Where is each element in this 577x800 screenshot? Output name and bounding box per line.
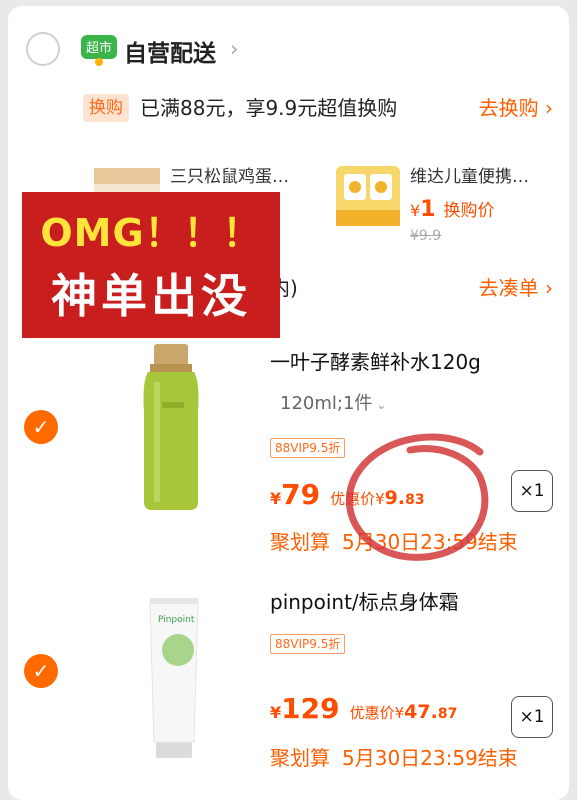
sticker-line1: OMG！！！: [40, 211, 262, 255]
sticker-line2: 神单出没: [51, 269, 251, 323]
offer-old-price: ¥9.9: [410, 228, 442, 244]
svg-text:Pinpoint: Pinpoint: [158, 615, 195, 625]
offer-title: 维达儿童便携…: [410, 167, 529, 187]
quantity-button[interactable]: ×1: [511, 696, 553, 738]
go-add-on-link[interactable]: 去凑单 ›: [479, 272, 553, 301]
promo-name: 聚划算: [270, 530, 330, 554]
quantity-button[interactable]: ×1: [511, 470, 553, 512]
exchange-promo-row: 换购 已满88元，享9.9元超值换购 去换购 ›: [8, 92, 569, 136]
exchange-tag: 换购: [83, 94, 129, 122]
store-header: 超市 自营配送 ›: [8, 6, 569, 86]
discount-currency: ¥: [394, 704, 405, 722]
price-value: 79: [281, 478, 321, 511]
vip-discount-tag: 88VIP9.5折: [270, 634, 346, 654]
currency-symbol: ¥: [270, 703, 282, 722]
promo-end-time: 5月30日23:59结束: [342, 530, 518, 554]
exchange-text: 已满88元，享9.9元超值换购: [140, 96, 398, 120]
discount-price-dec: 83: [405, 492, 425, 508]
promo-row: 聚划算 5月30日23:59结束: [270, 526, 518, 555]
supermarket-badge-icon: 超市: [81, 35, 117, 66]
promo-row: 聚划算 5月30日23:59结束: [270, 742, 518, 771]
green-bottle-icon[interactable]: [98, 342, 228, 512]
cream-tube-icon[interactable]: Pinpoint: [98, 592, 228, 762]
chevron-right-icon[interactable]: ›: [230, 37, 238, 61]
chevron-down-icon: ⌄: [376, 398, 387, 412]
price-row: ¥129 优惠价¥47.87: [270, 692, 457, 725]
promo-name: 聚划算: [270, 746, 330, 770]
vip-discount-tag: 88VIP9.5折: [270, 438, 346, 458]
item-checked-icon[interactable]: ✓: [24, 654, 58, 688]
currency-symbol: ¥: [410, 201, 421, 220]
item-checked-icon[interactable]: ✓: [24, 410, 58, 444]
promo-end-time: 5月30日23:59结束: [342, 746, 518, 770]
go-exchange-link[interactable]: 去换购 ›: [479, 94, 553, 122]
sku-text: 120ml;1件: [280, 393, 373, 414]
discount-currency: ¥: [375, 490, 385, 508]
offer-price: ¥1 换购价: [410, 196, 495, 222]
store-name[interactable]: 自营配送: [124, 34, 216, 68]
cart-item: ✓ 一叶子酵素鲜补水120g 120ml;1件 ⌄ 88VIP9.5折 ¥79 优惠…: [8, 328, 569, 564]
offer-title: 三只松鼠鸡蛋…: [170, 167, 289, 187]
supermarket-badge-text: 超市: [86, 40, 112, 56]
price-row: ¥79 优惠价¥9.83: [270, 478, 425, 511]
discount-price-int: 9.: [384, 487, 406, 509]
discount-price-int: 47.: [404, 701, 438, 723]
store-select-radio[interactable]: [26, 32, 60, 66]
product-title[interactable]: pinpoint/标点身体霜: [270, 586, 459, 615]
sku-selector[interactable]: 120ml;1件 ⌄: [270, 388, 396, 420]
cart-item: ✓ Pinpoint pinpoint/标点身体霜 88VIP9.5折 ¥129…: [8, 572, 569, 800]
discount-label: 优惠价: [330, 490, 376, 508]
wipes-pack-icon: [336, 166, 400, 226]
discount-price-dec: 87: [437, 706, 458, 722]
discount-label: 优惠价: [349, 704, 395, 722]
product-title[interactable]: 一叶子酵素鲜补水120g: [270, 346, 481, 375]
currency-symbol: ¥: [270, 489, 282, 508]
exchange-offer-item[interactable]: 维达儿童便携… ¥1 换购价 ¥9.9: [330, 152, 560, 252]
price-value: 129: [281, 692, 340, 725]
offer-price-label: 换购价: [443, 201, 495, 221]
cart-store-card: 超市 自营配送 › 换购 已满88元，享9.9元超值换购 去换购 › 三只松鼠鸡…: [8, 6, 569, 800]
offer-price-value: 1: [420, 197, 436, 222]
omg-sticker: OMG！！！ 神单出没: [22, 192, 280, 338]
